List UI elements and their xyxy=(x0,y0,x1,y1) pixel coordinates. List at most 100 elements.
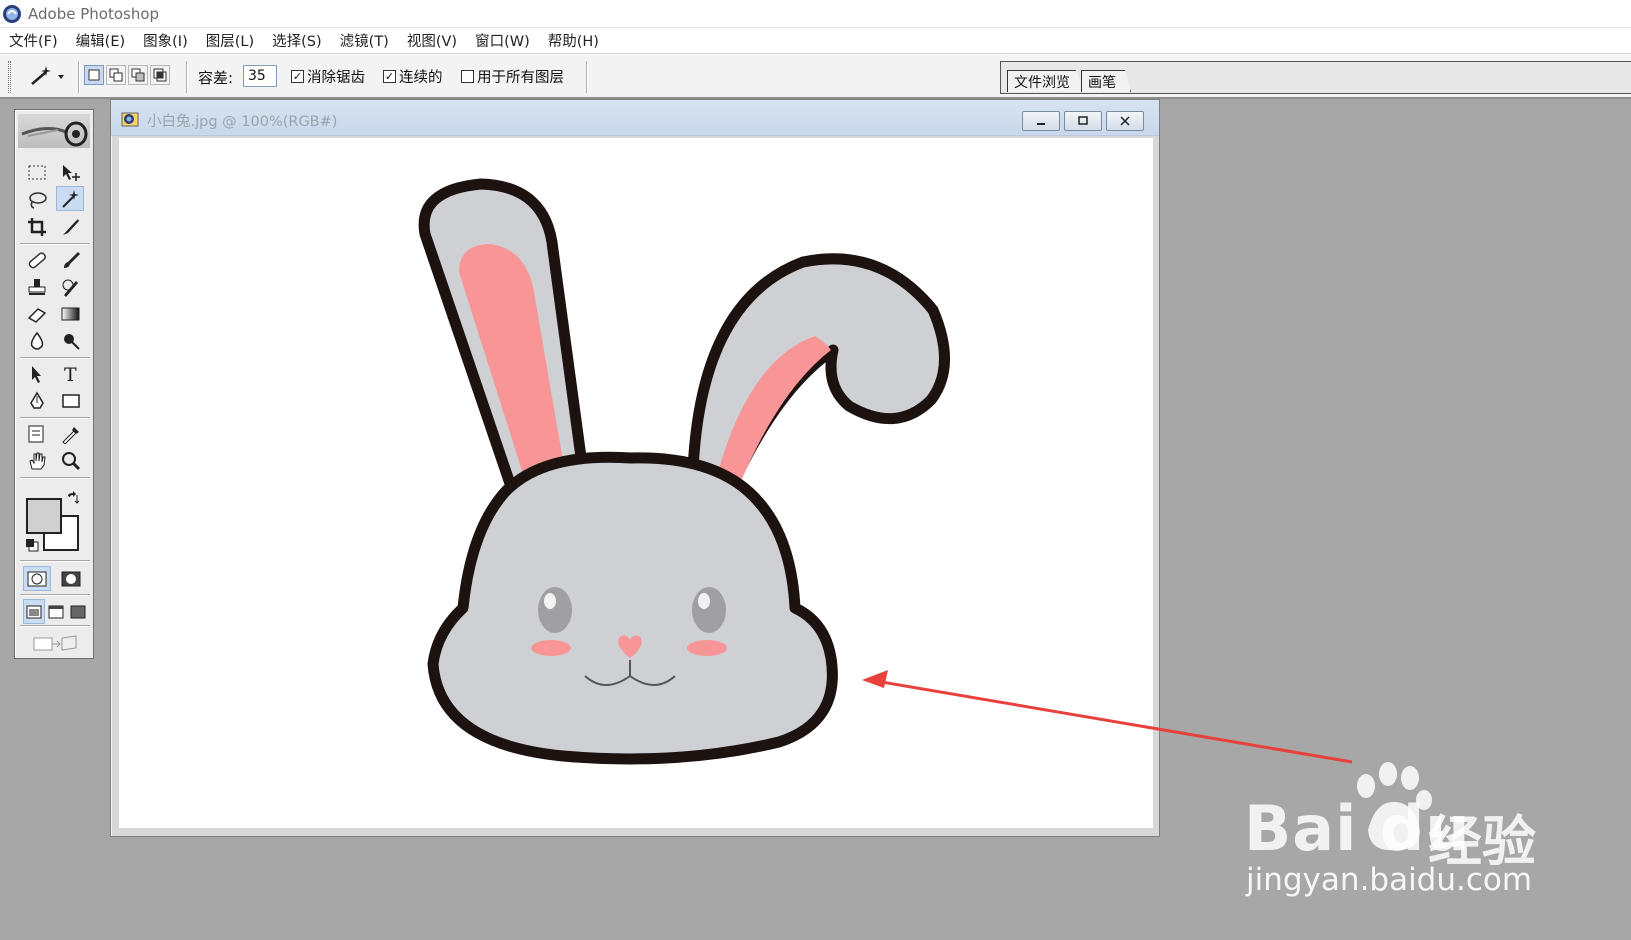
bunny-right-cheek xyxy=(687,640,727,656)
intersect-selection-button[interactable] xyxy=(150,65,170,85)
path-selection-tool[interactable] xyxy=(23,361,51,386)
screen-mode-standard[interactable] xyxy=(23,599,45,624)
close-button[interactable] xyxy=(1106,111,1144,131)
type-tool[interactable]: T xyxy=(57,361,85,386)
use-all-layers-label: 用于所有图层 xyxy=(477,70,564,86)
history-brush-tool[interactable] xyxy=(57,274,85,299)
subtract-selection-icon xyxy=(131,68,145,82)
menu-view[interactable]: 视图(V) xyxy=(398,30,466,51)
eraser-tool[interactable] xyxy=(23,301,51,326)
notes-tool[interactable] xyxy=(23,421,51,446)
marquee-tool[interactable] xyxy=(23,160,51,185)
brush-icon xyxy=(64,251,80,268)
app-title: Adobe Photoshop xyxy=(28,4,160,23)
document-window: 小白兔.jpg @ 100%(RGB#) xyxy=(110,99,1160,837)
menu-select[interactable]: 选择(S) xyxy=(263,30,331,51)
type-t-icon: T xyxy=(64,364,77,384)
menu-help[interactable]: 帮助(H) xyxy=(539,30,608,51)
stamp-icon xyxy=(28,278,46,295)
menu-layer[interactable]: 图层(L) xyxy=(197,30,263,51)
svg-text:T: T xyxy=(64,364,77,384)
selection-mode-group xyxy=(84,65,170,85)
water-drop-icon xyxy=(30,331,44,350)
brush-tool[interactable] xyxy=(57,247,85,272)
history-brush-icon xyxy=(62,279,78,297)
options-bar-grip[interactable] xyxy=(8,61,11,93)
menu-window[interactable]: 窗口(W) xyxy=(466,30,539,51)
add-to-selection-button[interactable] xyxy=(106,65,126,85)
menu-filter[interactable]: 滤镜(T) xyxy=(331,30,398,51)
tool-preset-picker[interactable] xyxy=(22,61,70,91)
zoom-tool[interactable] xyxy=(57,448,85,473)
slice-tool[interactable] xyxy=(57,214,85,239)
healing-brush-tool[interactable] xyxy=(23,247,51,272)
imageready-jump-icon xyxy=(33,634,77,651)
bunny-right-eye xyxy=(692,587,726,633)
feather-eye-logo-icon xyxy=(21,121,88,147)
clone-stamp-tool[interactable] xyxy=(23,274,51,299)
jump-to-imageready-button[interactable] xyxy=(27,630,83,655)
quick-mask-button[interactable] xyxy=(57,566,85,591)
dodge-tool[interactable] xyxy=(57,328,85,353)
use-all-layers-checkbox[interactable]: 用于所有图层 xyxy=(461,66,564,87)
minimize-icon xyxy=(1037,123,1045,125)
blur-tool[interactable] xyxy=(23,328,51,353)
subtract-from-selection-button[interactable] xyxy=(128,65,148,85)
bunny-left-eye xyxy=(538,587,572,633)
crop-tool[interactable] xyxy=(23,214,51,239)
checkbox-checked-icon: ✓ xyxy=(383,70,396,83)
eyedropper-icon xyxy=(62,426,79,444)
tab-brushes[interactable]: 画笔 xyxy=(1081,70,1131,92)
document-title-bar[interactable]: 小白兔.jpg @ 100%(RGB#) xyxy=(111,100,1159,136)
screen-mode-full[interactable] xyxy=(67,599,89,624)
pen-tool[interactable] xyxy=(23,388,51,413)
standard-mode-icon xyxy=(27,571,47,586)
tab-file-browser[interactable]: 文件浏览 xyxy=(1007,70,1085,92)
standard-mode-button[interactable] xyxy=(23,566,51,591)
move-icon xyxy=(63,164,80,181)
slice-knife-icon xyxy=(63,218,79,235)
photoshop-app-icon xyxy=(3,4,21,23)
anti-alias-checkbox[interactable]: ✓ 消除锯齿 xyxy=(291,66,365,87)
tolerance-label: 容差: xyxy=(198,69,234,87)
rect-marquee-icon xyxy=(28,165,46,179)
pen-nib-icon xyxy=(30,391,44,409)
tolerance-input[interactable]: 35 xyxy=(243,65,277,87)
title-bar: Adobe Photoshop xyxy=(0,0,1631,28)
magic-wand-tool[interactable] xyxy=(56,186,84,211)
gradient-icon xyxy=(61,307,80,320)
menu-edit[interactable]: 编辑(E) xyxy=(67,30,134,51)
image-canvas[interactable] xyxy=(119,138,1153,828)
magnifier-icon xyxy=(62,451,81,470)
swap-colors-icon[interactable] xyxy=(65,490,81,506)
maximize-button[interactable] xyxy=(1064,111,1102,131)
arrow-pointer-icon xyxy=(32,365,41,383)
foreground-color-swatch[interactable] xyxy=(26,498,62,534)
separator xyxy=(586,61,588,93)
hand-tool[interactable] xyxy=(23,448,51,473)
separator xyxy=(20,357,90,359)
lasso-tool[interactable] xyxy=(23,187,51,212)
minimize-button[interactable] xyxy=(1022,111,1060,131)
move-tool[interactable] xyxy=(57,160,85,185)
contiguous-checkbox[interactable]: ✓ 连续的 xyxy=(383,66,443,87)
separator xyxy=(186,61,188,93)
default-colors-icon[interactable] xyxy=(25,538,39,552)
document-title: 小白兔.jpg @ 100%(RGB#) xyxy=(147,114,338,130)
gradient-tool[interactable] xyxy=(57,301,85,326)
separator xyxy=(78,61,80,93)
magic-wand-icon xyxy=(62,189,79,208)
new-selection-button[interactable] xyxy=(84,65,104,85)
shape-tool[interactable] xyxy=(57,388,85,413)
separator xyxy=(20,243,90,245)
toolbox-header[interactable] xyxy=(18,114,90,148)
intersect-selection-icon xyxy=(153,68,167,82)
menu-file[interactable]: 文件(F) xyxy=(0,30,67,51)
separator xyxy=(20,594,90,596)
menu-image[interactable]: 图象(I) xyxy=(134,30,197,51)
dodge-icon xyxy=(64,333,80,350)
checkbox-unchecked-icon xyxy=(461,70,474,83)
eyedropper-tool[interactable] xyxy=(57,421,85,446)
lasso-icon xyxy=(29,191,47,209)
screen-mode-full-menu[interactable] xyxy=(45,599,67,624)
